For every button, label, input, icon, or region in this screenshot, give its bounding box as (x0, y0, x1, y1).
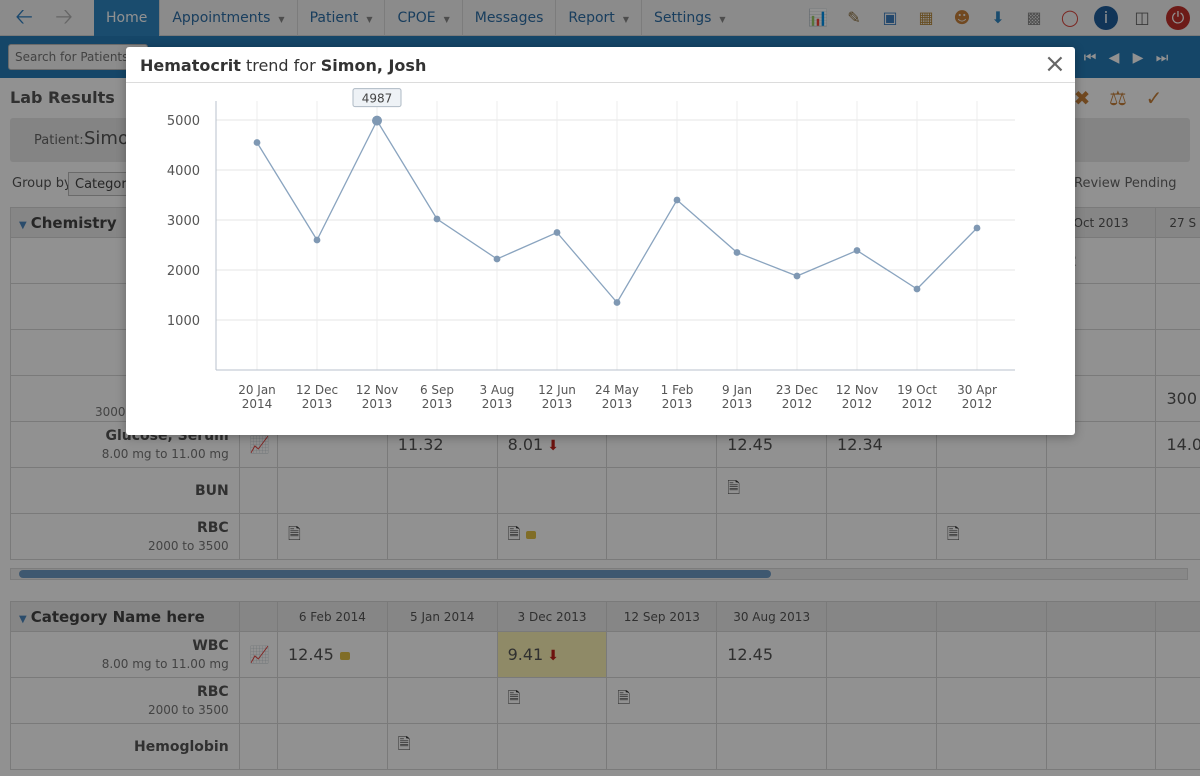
data-point (253, 139, 261, 146)
data-point (493, 255, 501, 263)
y-tick-label: 5000 (167, 114, 200, 129)
trend-modal: Hematocrit trend for Simon, Josh × 1000 2… (126, 47, 1075, 435)
modal-title: Hematocrit trend for Simon, Josh (126, 47, 1075, 83)
x-tick-label: 2014 (242, 397, 273, 411)
data-point (553, 229, 561, 236)
x-tick-label: 2012 (962, 397, 993, 411)
x-tick-label: 2012 (842, 397, 873, 411)
data-point (313, 236, 321, 244)
close-icon[interactable]: × (1044, 51, 1066, 77)
x-tick-label: 6 Sep (420, 383, 454, 397)
x-tick-label: 2012 (782, 397, 813, 411)
x-tick-label: 2012 (902, 397, 933, 411)
x-tick-label: 1 Feb (661, 383, 694, 397)
x-tick-label: 24 May (595, 383, 639, 397)
x-tick-label: 2013 (602, 397, 633, 411)
modal-title-text: trend for (240, 56, 321, 75)
x-tick-label: 2013 (662, 397, 693, 411)
x-tick-label: 2013 (422, 397, 453, 411)
y-tick-label: 1000 (167, 314, 200, 329)
modal-title-test: Hematocrit (140, 56, 241, 75)
x-tick-label: 2013 (302, 397, 333, 411)
data-point (793, 272, 801, 280)
x-tick-label: 3 Aug (480, 383, 515, 397)
data-point (673, 196, 681, 204)
data-point (372, 115, 382, 126)
x-tick-label: 19 Oct (897, 383, 937, 397)
x-tick-label: 12 Nov (836, 383, 879, 397)
data-point (973, 224, 981, 232)
x-tick-label: 23 Dec (776, 383, 818, 397)
data-point (853, 247, 861, 254)
x-tick-label: 2013 (542, 397, 573, 411)
x-tick-label: 12 Dec (296, 383, 338, 397)
data-point (613, 299, 621, 306)
data-point (733, 249, 741, 256)
x-tick-label: 2013 (482, 397, 513, 411)
x-tick-label: 2013 (722, 397, 753, 411)
tooltip-label: 4987 (362, 92, 393, 106)
y-tick-label: 4000 (167, 164, 200, 179)
x-tick-label: 30 Apr (957, 383, 997, 397)
next-chart-arrow-icon[interactable]: › (1036, 196, 1052, 244)
y-tick-label: 3000 (167, 214, 200, 229)
x-tick-label: 12 Jun (538, 383, 576, 397)
x-tick-label: 2013 (362, 397, 393, 411)
x-tick-label: 9 Jan (722, 383, 752, 397)
y-tick-label: 2000 (167, 264, 200, 279)
x-tick-label: 12 Nov (356, 383, 399, 397)
modal-title-patient: Simon, Josh (320, 56, 427, 75)
x-tick-label: 20 Jan (238, 383, 276, 397)
data-point (433, 215, 441, 223)
data-point (913, 285, 921, 293)
trend-line-chart: 1000200030004000500020 Jan201412 Dec2013… (167, 88, 1015, 411)
